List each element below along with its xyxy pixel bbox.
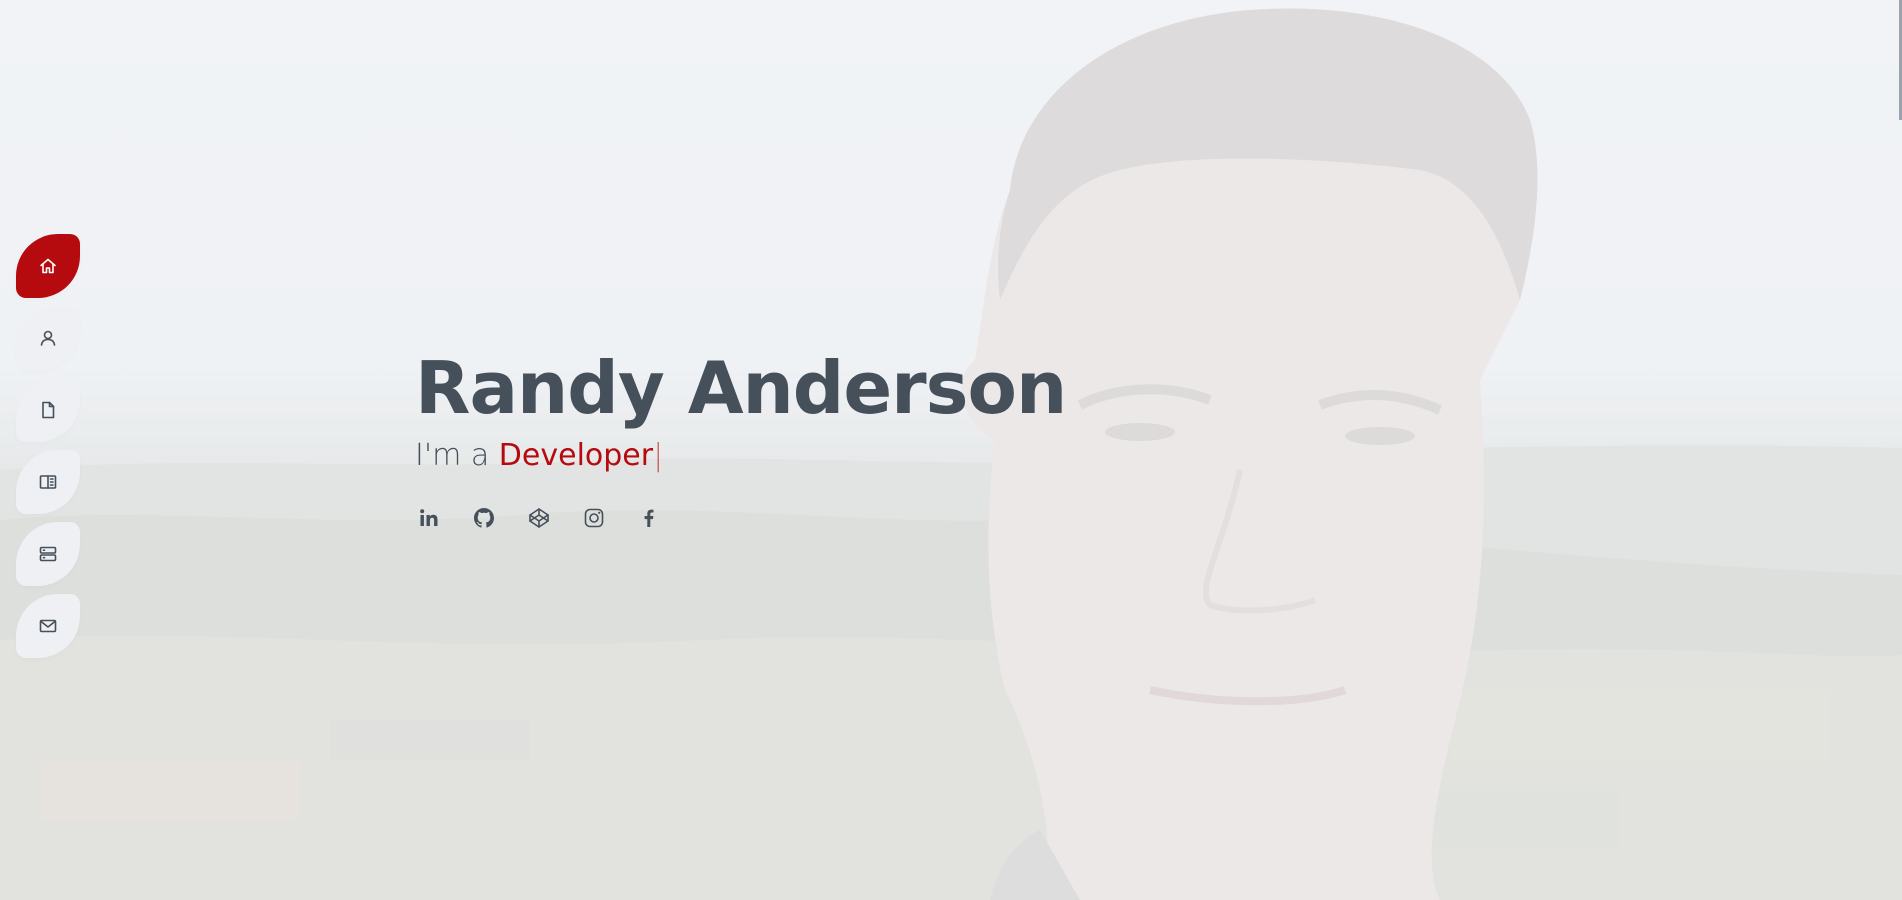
file-icon [38,400,58,420]
book-half-icon [38,472,58,492]
tagline-prefix: I'm a [415,438,490,473]
person-icon [38,328,58,348]
instagram-link[interactable] [580,504,608,532]
linkedin-link[interactable] [415,504,443,532]
side-nav [16,234,80,666]
hero-tagline: I'm a Developer| [415,436,1066,476]
instagram-icon [584,508,604,528]
social-links [415,504,1066,532]
nav-item-resume[interactable] [16,378,80,442]
github-link[interactable] [470,504,498,532]
hero-name: Randy Anderson [415,346,1067,430]
facebook-link[interactable] [635,504,663,532]
codepen-icon [529,508,549,528]
hero-content: Randy Anderson I'm a Developer| [415,344,1067,532]
nav-item-home[interactable] [16,234,80,298]
home-icon [38,256,58,276]
server-icon [38,544,58,564]
nav-item-portfolio[interactable] [16,450,80,514]
codepen-link[interactable] [525,504,553,532]
typed-cursor: | [653,438,664,473]
nav-item-services[interactable] [16,522,80,586]
envelope-icon [38,616,58,636]
nav-item-about[interactable] [16,306,80,370]
linkedin-icon [420,509,438,526]
typed-role: Developer [498,438,654,473]
facebook-icon [644,509,654,527]
github-icon [474,508,494,528]
nav-item-contact[interactable] [16,594,80,658]
